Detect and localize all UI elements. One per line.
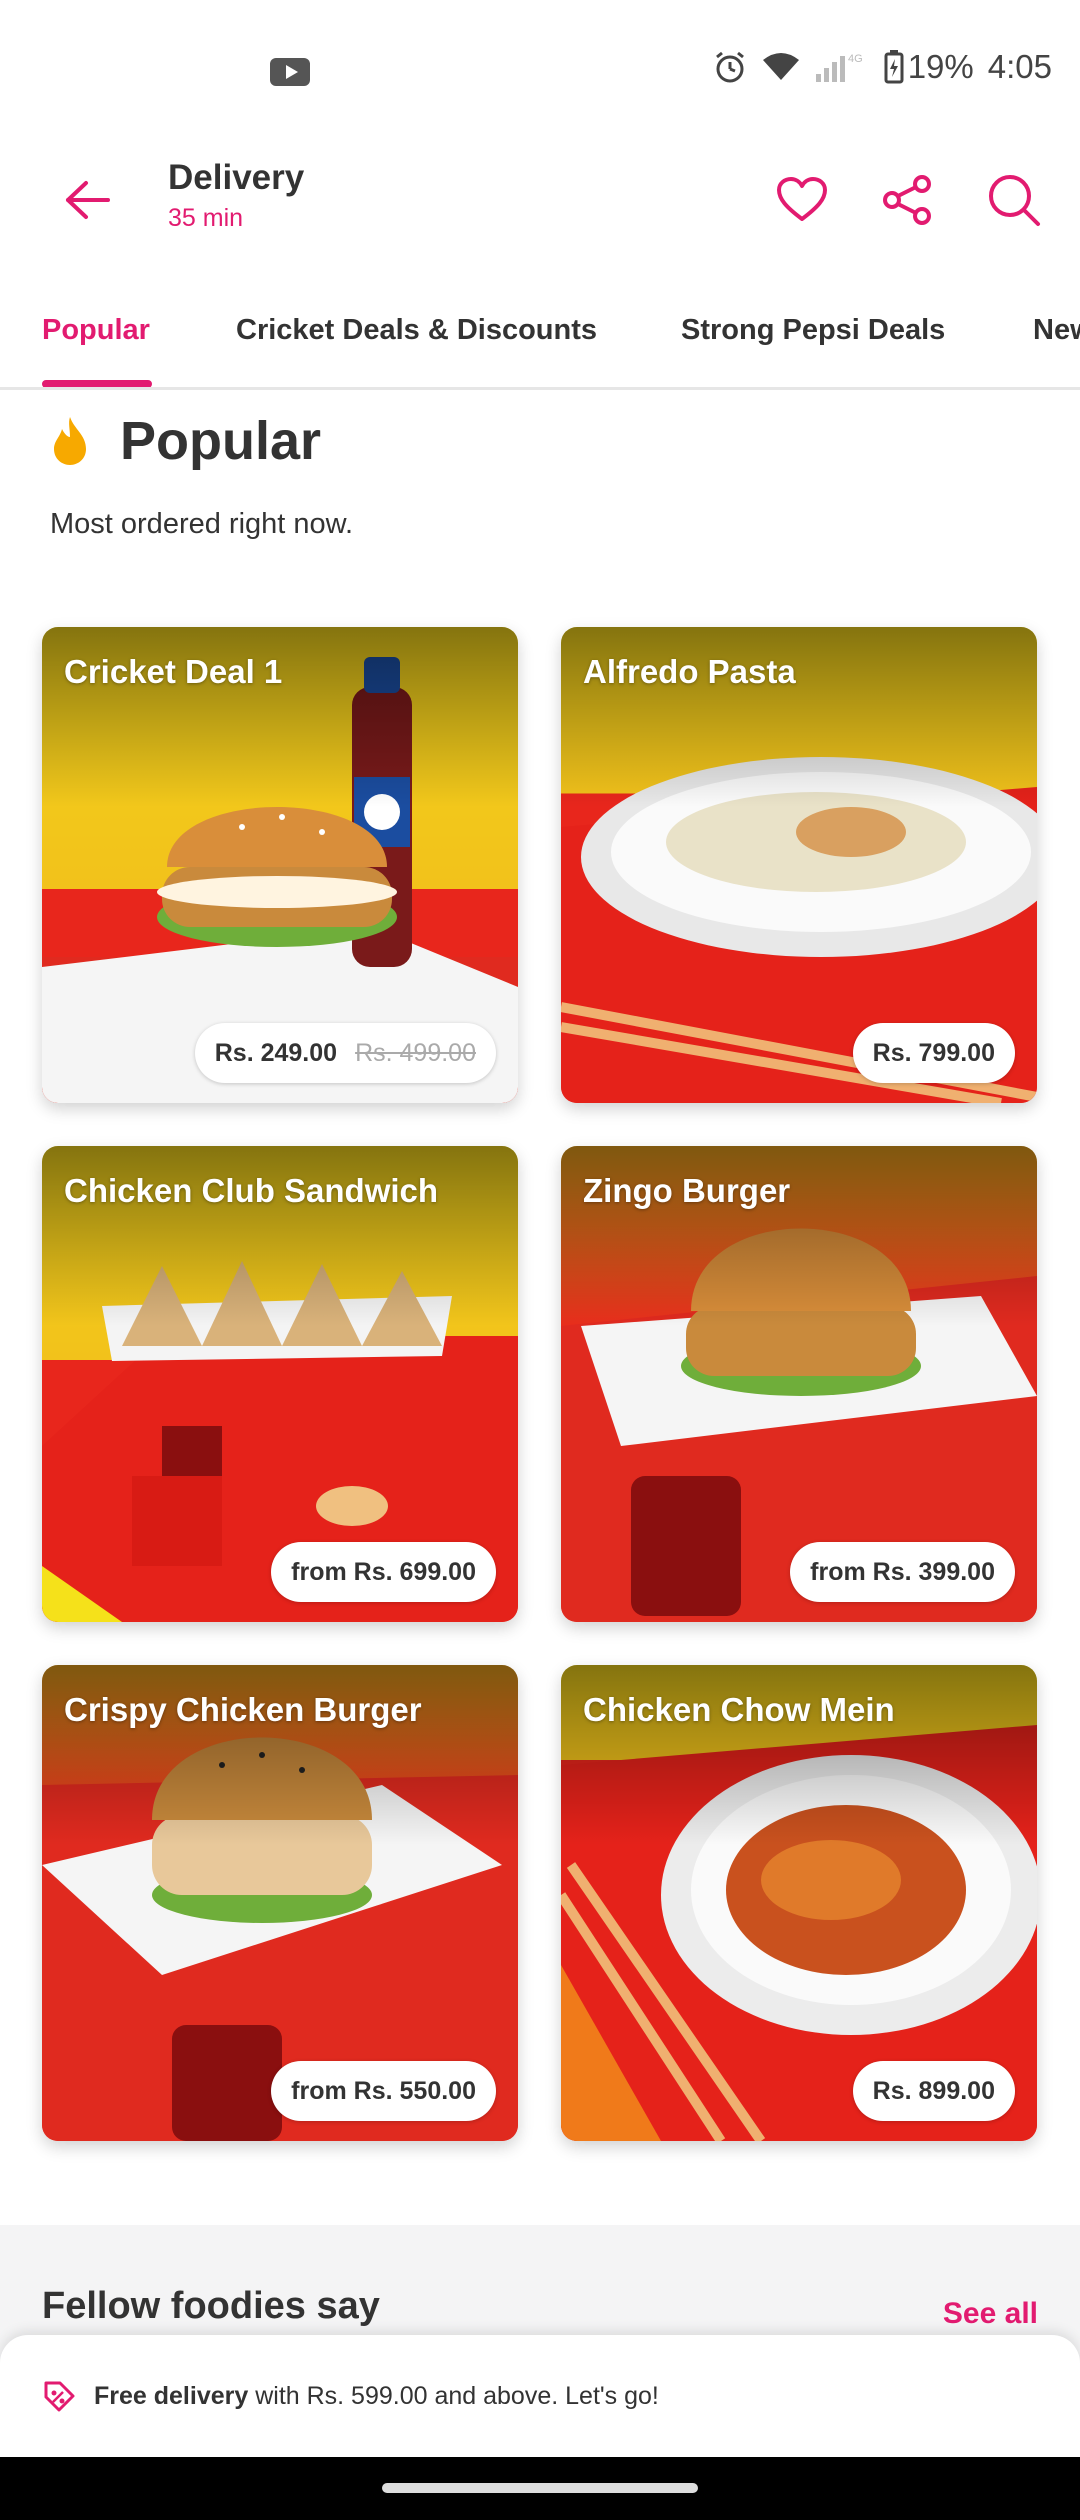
battery-percent: 19% xyxy=(907,48,974,85)
item-price: Rs. 799.00 xyxy=(872,1038,995,1067)
item-price: Rs. 249.00 xyxy=(214,1038,338,1067)
item-original-price: Rs. 499.00 xyxy=(355,1038,476,1067)
price-badge: Rs. 249.00 Rs. 499.00 xyxy=(194,1023,496,1083)
network-type: 4G xyxy=(848,53,863,65)
item-name: Zingo Burger xyxy=(583,1172,791,1209)
price-badge: from Rs. 550.00 xyxy=(271,2061,496,2121)
item-name: Chicken Chow Mein xyxy=(583,1691,895,1728)
arrow-left-icon xyxy=(66,181,110,219)
search-button[interactable] xyxy=(978,164,1050,236)
clock: 4:05 xyxy=(987,48,1052,85)
menu-item-card[interactable]: Zingo Burger from Rs. 399.00 xyxy=(561,1146,1037,1622)
app-header: Delivery 35 min xyxy=(0,140,1080,250)
tab-cricket-deals[interactable]: Cricket Deals & Discounts xyxy=(236,314,597,347)
youtube-icon xyxy=(270,58,310,91)
search-icon xyxy=(989,175,1040,226)
delivery-time: 35 min xyxy=(168,204,244,232)
reviews-title: Fellow foodies say xyxy=(42,2285,380,2327)
signal-icon: 4G xyxy=(814,50,870,84)
item-price: from Rs. 699.00 xyxy=(291,1557,476,1586)
share-button[interactable] xyxy=(872,164,944,236)
battery-icon xyxy=(884,50,904,84)
menu-item-card[interactable]: Alfredo Pasta Rs. 799.00 xyxy=(561,627,1037,1103)
heart-icon xyxy=(777,177,827,221)
price-badge: Rs. 799.00 xyxy=(852,1023,1015,1083)
price-badge: from Rs. 699.00 xyxy=(271,1542,496,1602)
free-delivery-banner[interactable]: Free delivery with Rs. 599.00 and above.… xyxy=(0,2335,1080,2457)
tab-new[interactable]: New xyxy=(1033,314,1080,347)
price-badge: from Rs. 399.00 xyxy=(790,1542,1015,1602)
menu-item-card[interactable]: Cricket Deal 1 Rs. 249.00 Rs. 499.00 xyxy=(42,627,518,1103)
menu-item-card[interactable]: Crispy Chicken Burger from Rs. 550.00 xyxy=(42,1665,518,2141)
status-bar: 4G 19% 4:05 xyxy=(0,0,1080,140)
system-nav-bar xyxy=(0,2457,1080,2520)
item-name: Chicken Club Sandwich xyxy=(64,1172,439,1209)
item-name: Crispy Chicken Burger xyxy=(64,1691,422,1728)
section-header: Popular xyxy=(48,410,321,472)
item-price: Rs. 899.00 xyxy=(872,2076,995,2105)
discount-tag-icon xyxy=(44,2381,75,2412)
fire-icon xyxy=(54,417,86,465)
home-gesture-handle[interactable] xyxy=(382,2483,698,2493)
see-all-link[interactable]: See all xyxy=(943,2297,1038,2331)
battery-indicator: 19% xyxy=(884,48,974,86)
tab-popular[interactable]: Popular xyxy=(42,314,150,347)
section-title: Popular xyxy=(120,411,322,471)
alarm-icon xyxy=(712,49,748,85)
favorite-button[interactable] xyxy=(766,164,838,236)
section-subtitle: Most ordered right now. xyxy=(50,508,354,540)
tab-strong-pepsi-deals[interactable]: Strong Pepsi Deals xyxy=(681,314,945,347)
banner-highlight: Free delivery xyxy=(94,2381,249,2410)
back-button[interactable] xyxy=(52,164,124,236)
item-price: from Rs. 550.00 xyxy=(291,2076,476,2105)
banner-text: Free delivery with Rs. 599.00 and above.… xyxy=(94,2382,659,2411)
category-tabs: Popular Cricket Deals & Discounts Strong… xyxy=(0,290,1080,390)
header-title: Delivery xyxy=(168,158,305,197)
item-name: Alfredo Pasta xyxy=(583,653,796,690)
price-badge: Rs. 899.00 xyxy=(852,2061,1015,2121)
item-price: from Rs. 399.00 xyxy=(810,1557,995,1586)
banner-detail: with Rs. 599.00 and above. Let's go! xyxy=(248,2381,659,2410)
menu-item-card[interactable]: Chicken Chow Mein Rs. 899.00 xyxy=(561,1665,1037,2141)
item-name: Cricket Deal 1 xyxy=(64,653,283,690)
active-tab-indicator xyxy=(42,380,152,387)
wifi-icon xyxy=(762,52,800,82)
menu-item-card[interactable]: Chicken Club Sandwich from Rs. 699.00 xyxy=(42,1146,518,1622)
share-icon xyxy=(883,175,931,225)
